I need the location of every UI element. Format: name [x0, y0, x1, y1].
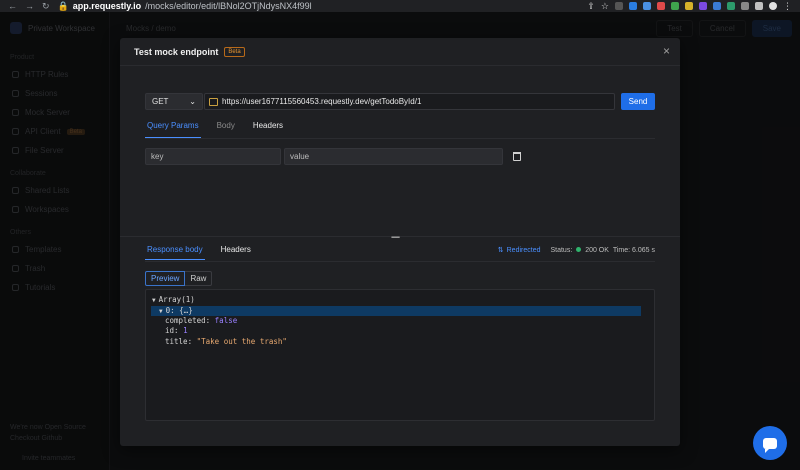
json-value: "Take out the trash"	[196, 337, 287, 346]
close-icon[interactable]: ×	[663, 44, 670, 58]
status-label: Status:	[550, 246, 573, 254]
redirected-label: Redirected	[506, 246, 541, 254]
json-item-node[interactable]: ▼ 0: {…}	[151, 306, 641, 316]
bookmark-star-icon[interactable]: ☆	[601, 1, 609, 12]
url-path: /mocks/editor/edit/lBNol2OTjNdysNX4f99l	[145, 1, 312, 11]
reload-icon[interactable]: ↻	[42, 1, 50, 12]
json-field-row: title: "Take out the trash"	[165, 337, 287, 347]
tab-query-params[interactable]: Query Params	[145, 118, 201, 138]
time-label: Time:	[612, 246, 631, 254]
extension-icon[interactable]	[699, 2, 707, 10]
json-value: 1	[183, 326, 188, 335]
test-mock-modal: Test mock endpoint Beta × GET ⌄ https://…	[120, 38, 680, 446]
browser-toolbar: ← → ↻ 🔒 app.requestly.io/mocks/editor/ed…	[0, 0, 800, 12]
address-bar[interactable]: 🔒 app.requestly.io/mocks/editor/edit/lBN…	[58, 0, 312, 12]
lock-icon: 🔒	[57, 0, 69, 11]
chevron-down-icon: ⌄	[189, 97, 196, 106]
url-host: app.requestly.io	[72, 1, 142, 11]
json-item-label: 0: {…}	[165, 306, 193, 315]
view-mode-toggle: Preview Raw	[145, 271, 213, 286]
resize-handle-icon[interactable]: ▪▪▪▪▪▪▪	[391, 235, 400, 241]
time-value: 6.065 s	[632, 246, 655, 254]
status-info: Status: 200 OK Time: 6.065 s	[550, 246, 655, 254]
modal-title: Test mock endpoint	[134, 46, 219, 57]
json-key: completed:	[165, 316, 211, 325]
request-tabs: Query Params Body Headers	[145, 118, 285, 138]
chat-support-button[interactable]	[753, 426, 787, 460]
modal-header: Test mock endpoint Beta	[120, 38, 680, 66]
param-value-input[interactable]: value	[284, 148, 503, 165]
json-key: id:	[165, 326, 179, 335]
method-select[interactable]: GET ⌄	[145, 93, 203, 110]
caret-down-icon: ▼	[159, 308, 163, 315]
url-input[interactable]: https://user1677115560453.requestly.dev/…	[204, 93, 615, 110]
kebab-menu-icon[interactable]: ⋮	[783, 1, 792, 12]
chat-icon	[763, 437, 777, 453]
extension-icon[interactable]	[643, 2, 651, 10]
redirected-link[interactable]: ⇅ Redirected	[497, 246, 541, 255]
json-preview: ▼ Array(1) ▼ 0: {…} completed: false id: 1…	[145, 289, 655, 421]
response-tabs-divider	[145, 261, 655, 262]
delete-icon[interactable]	[513, 152, 521, 161]
extension-icon[interactable]	[685, 2, 693, 10]
json-key: title:	[165, 337, 193, 346]
extension-icon[interactable]	[657, 2, 665, 10]
tabs-divider	[145, 138, 655, 139]
extension-icon[interactable]	[713, 2, 721, 10]
status-value: 200 OK	[585, 246, 609, 254]
share-icon[interactable]: ⇪	[587, 1, 595, 12]
response-meta: ⇅ Redirected Status: 200 OK Time: 6.065 …	[498, 246, 655, 254]
link-icon	[209, 97, 218, 106]
back-icon[interactable]: ←	[8, 1, 17, 12]
beta-badge: Beta	[224, 46, 245, 57]
json-value: false	[214, 316, 238, 325]
preview-toggle[interactable]: Preview	[145, 271, 186, 286]
extensions-bar: ⇪ ☆ ⋮	[587, 1, 800, 12]
json-root-node[interactable]: ▼ Array(1)	[152, 295, 195, 305]
param-key-input[interactable]: key	[145, 148, 281, 165]
tab-headers[interactable]: Headers	[251, 118, 285, 138]
tab-response-body[interactable]: Response body	[145, 242, 205, 260]
status-dot-icon	[576, 246, 582, 252]
extension-icon[interactable]	[727, 2, 735, 10]
response-tabs: Response body Headers	[145, 242, 253, 260]
forward-icon[interactable]: →	[25, 1, 34, 12]
tab-response-headers[interactable]: Headers	[219, 242, 253, 260]
method-value: GET	[152, 97, 169, 106]
url-value: https://user1677115560453.requestly.dev/…	[222, 97, 422, 106]
extension-icon[interactable]	[629, 2, 637, 10]
send-button[interactable]: Send	[621, 93, 655, 110]
query-param-row: key value	[145, 148, 521, 165]
avatar[interactable]	[769, 2, 777, 10]
pane-divider	[120, 236, 680, 237]
puzzle-icon[interactable]	[755, 2, 763, 10]
json-root-label: Array(1)	[158, 295, 195, 304]
extension-icon[interactable]	[615, 2, 623, 10]
raw-toggle[interactable]: Raw	[185, 271, 213, 286]
redirect-icon: ⇅	[497, 247, 504, 254]
extension-icon[interactable]	[671, 2, 679, 10]
caret-down-icon: ▼	[152, 297, 156, 304]
extension-icon[interactable]	[741, 2, 749, 10]
json-field-row: id: 1	[165, 326, 188, 336]
json-field-row: completed: false	[165, 316, 237, 326]
tab-body[interactable]: Body	[215, 118, 237, 138]
request-row: GET ⌄ https://user1677115560453.requestl…	[145, 93, 655, 110]
